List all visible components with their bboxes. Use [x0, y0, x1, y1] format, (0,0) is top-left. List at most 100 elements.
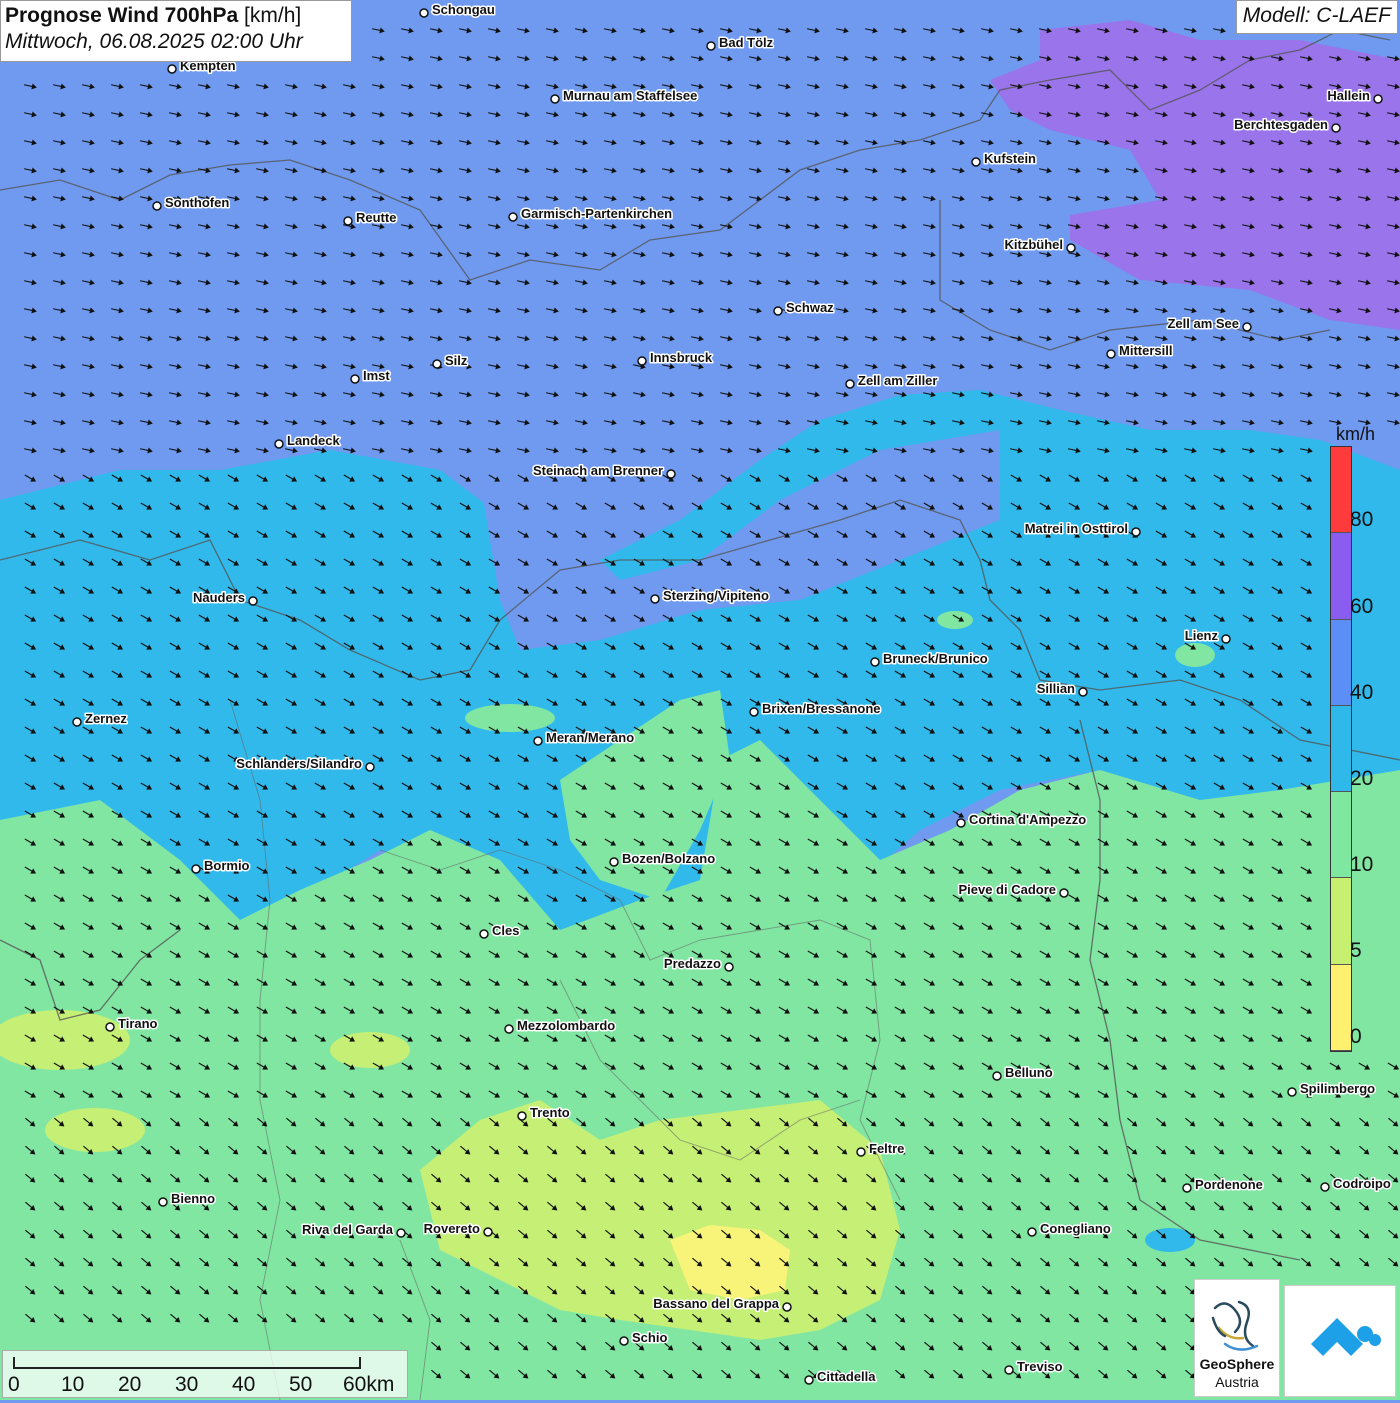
city-dot — [1106, 349, 1116, 359]
city-dot — [650, 594, 660, 604]
city-label: Bienno — [171, 1191, 215, 1206]
city-dot — [870, 657, 880, 667]
city-label: Lienz — [1185, 628, 1219, 643]
city-label: Zell am See — [1167, 316, 1239, 331]
city-label: Belluno — [1005, 1065, 1053, 1080]
legend-swatch-6 — [1331, 964, 1351, 1051]
city-marker: Murnau am Staffelsee — [550, 87, 699, 105]
city-label: Silz — [445, 353, 468, 368]
city-dot — [1066, 243, 1076, 253]
city-label: Murnau am Staffelsee — [563, 88, 697, 103]
city-label: Cles — [492, 923, 519, 938]
city-dot — [1078, 687, 1088, 697]
city-label: Berchtesgaden — [1234, 117, 1328, 132]
city-label: Zernez — [85, 711, 127, 726]
city-dot — [504, 1024, 514, 1034]
city-label: Reutte — [356, 210, 396, 225]
color-legend: km/h 80 60 40 20 10 5 0 — [1318, 420, 1386, 1060]
zone-5-10-mid — [330, 1032, 410, 1068]
city-marker: Pieve di Cadore — [957, 881, 1069, 899]
legend-swatch-5 — [1331, 878, 1351, 965]
city-label: Brixen/Bressanone — [762, 701, 881, 716]
city-label: Zell am Ziller — [858, 373, 937, 388]
city-label: Imst — [363, 368, 390, 383]
city-marker: Schongau — [419, 1, 496, 19]
city-label: Spilimbergo — [1300, 1081, 1375, 1096]
scale-label-10: 10 — [61, 1373, 85, 1396]
zone-10-20-patch1 — [465, 704, 555, 732]
city-marker: Matrei in Osttirol — [1023, 520, 1141, 538]
city-dot — [1287, 1087, 1297, 1097]
city-label: Bruneck/Brunico — [883, 651, 988, 666]
city-marker: Berchtesgaden — [1233, 116, 1341, 134]
city-dot — [343, 216, 353, 226]
city-dot — [706, 41, 716, 51]
legend-tick-5: 5 — [1350, 939, 1362, 962]
city-dot — [666, 469, 676, 479]
wind-map: SchongauBad TölzKemptenMurnau am Staffel… — [0, 0, 1400, 1400]
legend-bar — [1330, 446, 1352, 1052]
city-dot — [637, 356, 647, 366]
city-label: Rovereto — [424, 1221, 480, 1236]
legend-unit: km/h — [1336, 424, 1376, 444]
city-label: Treviso — [1017, 1359, 1063, 1374]
city-label: Trento — [530, 1105, 570, 1120]
city-dot — [609, 857, 619, 867]
scale-bar: 0 10 20 30 40 50 60km — [2, 1350, 408, 1398]
city-dot — [152, 201, 162, 211]
scale-label-60km: 60km — [343, 1373, 395, 1396]
city-label: Nauders — [193, 590, 245, 605]
city-label: Cittadella — [817, 1369, 876, 1384]
city-dot — [517, 1111, 527, 1121]
legend-tick-10: 10 — [1350, 853, 1374, 876]
city-dot — [1373, 94, 1383, 104]
city-dot — [956, 818, 966, 828]
city-marker: Mezzolombardo — [504, 1017, 617, 1035]
city-dot — [1027, 1227, 1037, 1237]
city-dot — [782, 1302, 792, 1312]
scale-label-40: 40 — [232, 1373, 256, 1396]
city-dot — [845, 379, 855, 389]
city-dot — [1131, 527, 1141, 537]
zone-10-20-patch3 — [1175, 643, 1215, 667]
city-label: Bassano del Grappa — [653, 1296, 779, 1311]
city-label: Schlanders/Silandro — [236, 756, 362, 771]
title-box: Prognose Wind 700hPa [km/h] Mittwoch, 06… — [0, 0, 352, 62]
city-dot — [992, 1071, 1002, 1081]
city-label: Landeck — [287, 433, 341, 448]
scale-label-30: 30 — [175, 1373, 199, 1396]
scale-label-0: 0 — [8, 1373, 20, 1396]
zone-10-20-patch4 — [937, 611, 973, 629]
geosphere-logo[interactable]: GeoSphere Austria — [1194, 1279, 1280, 1397]
legend-tick-0: 0 — [1350, 1025, 1362, 1048]
city-marker: Sonthofen — [152, 194, 231, 212]
city-label: Schio — [632, 1330, 667, 1345]
city-label: Kitzbühel — [1005, 237, 1064, 252]
city-marker: Bozen/Bolzano — [609, 850, 717, 868]
city-marker: Cortina d'Ampezzo — [956, 811, 1088, 829]
city-dot — [1221, 634, 1231, 644]
geosphere-icon — [1211, 1300, 1259, 1351]
city-label: Kufstein — [984, 151, 1036, 166]
city-marker: Schlanders/Silandro — [235, 755, 375, 773]
city-dot — [72, 717, 82, 727]
city-label: Codroipo — [1333, 1176, 1391, 1191]
city-dot — [1331, 123, 1341, 133]
city-dot — [971, 157, 981, 167]
city-dot — [856, 1147, 866, 1157]
city-dot — [1182, 1183, 1192, 1193]
city-label: Sterzing/Vipiteno — [663, 588, 769, 603]
city-dot — [1242, 322, 1252, 332]
legend-tick-40: 40 — [1350, 681, 1374, 704]
geosphere-country: Austria — [1215, 1374, 1259, 1390]
city-dot — [432, 359, 442, 369]
city-dot — [365, 762, 375, 772]
city-dot — [773, 306, 783, 316]
legend-swatch-1 — [1331, 533, 1351, 620]
city-dot — [158, 1197, 168, 1207]
legend-tick-20: 20 — [1350, 767, 1374, 790]
partner-logo[interactable] — [1284, 1285, 1396, 1397]
city-marker: Sterzing/Vipiteno — [650, 587, 770, 605]
city-marker: Garmisch-Partenkirchen — [508, 205, 674, 223]
city-dot — [1004, 1365, 1014, 1375]
